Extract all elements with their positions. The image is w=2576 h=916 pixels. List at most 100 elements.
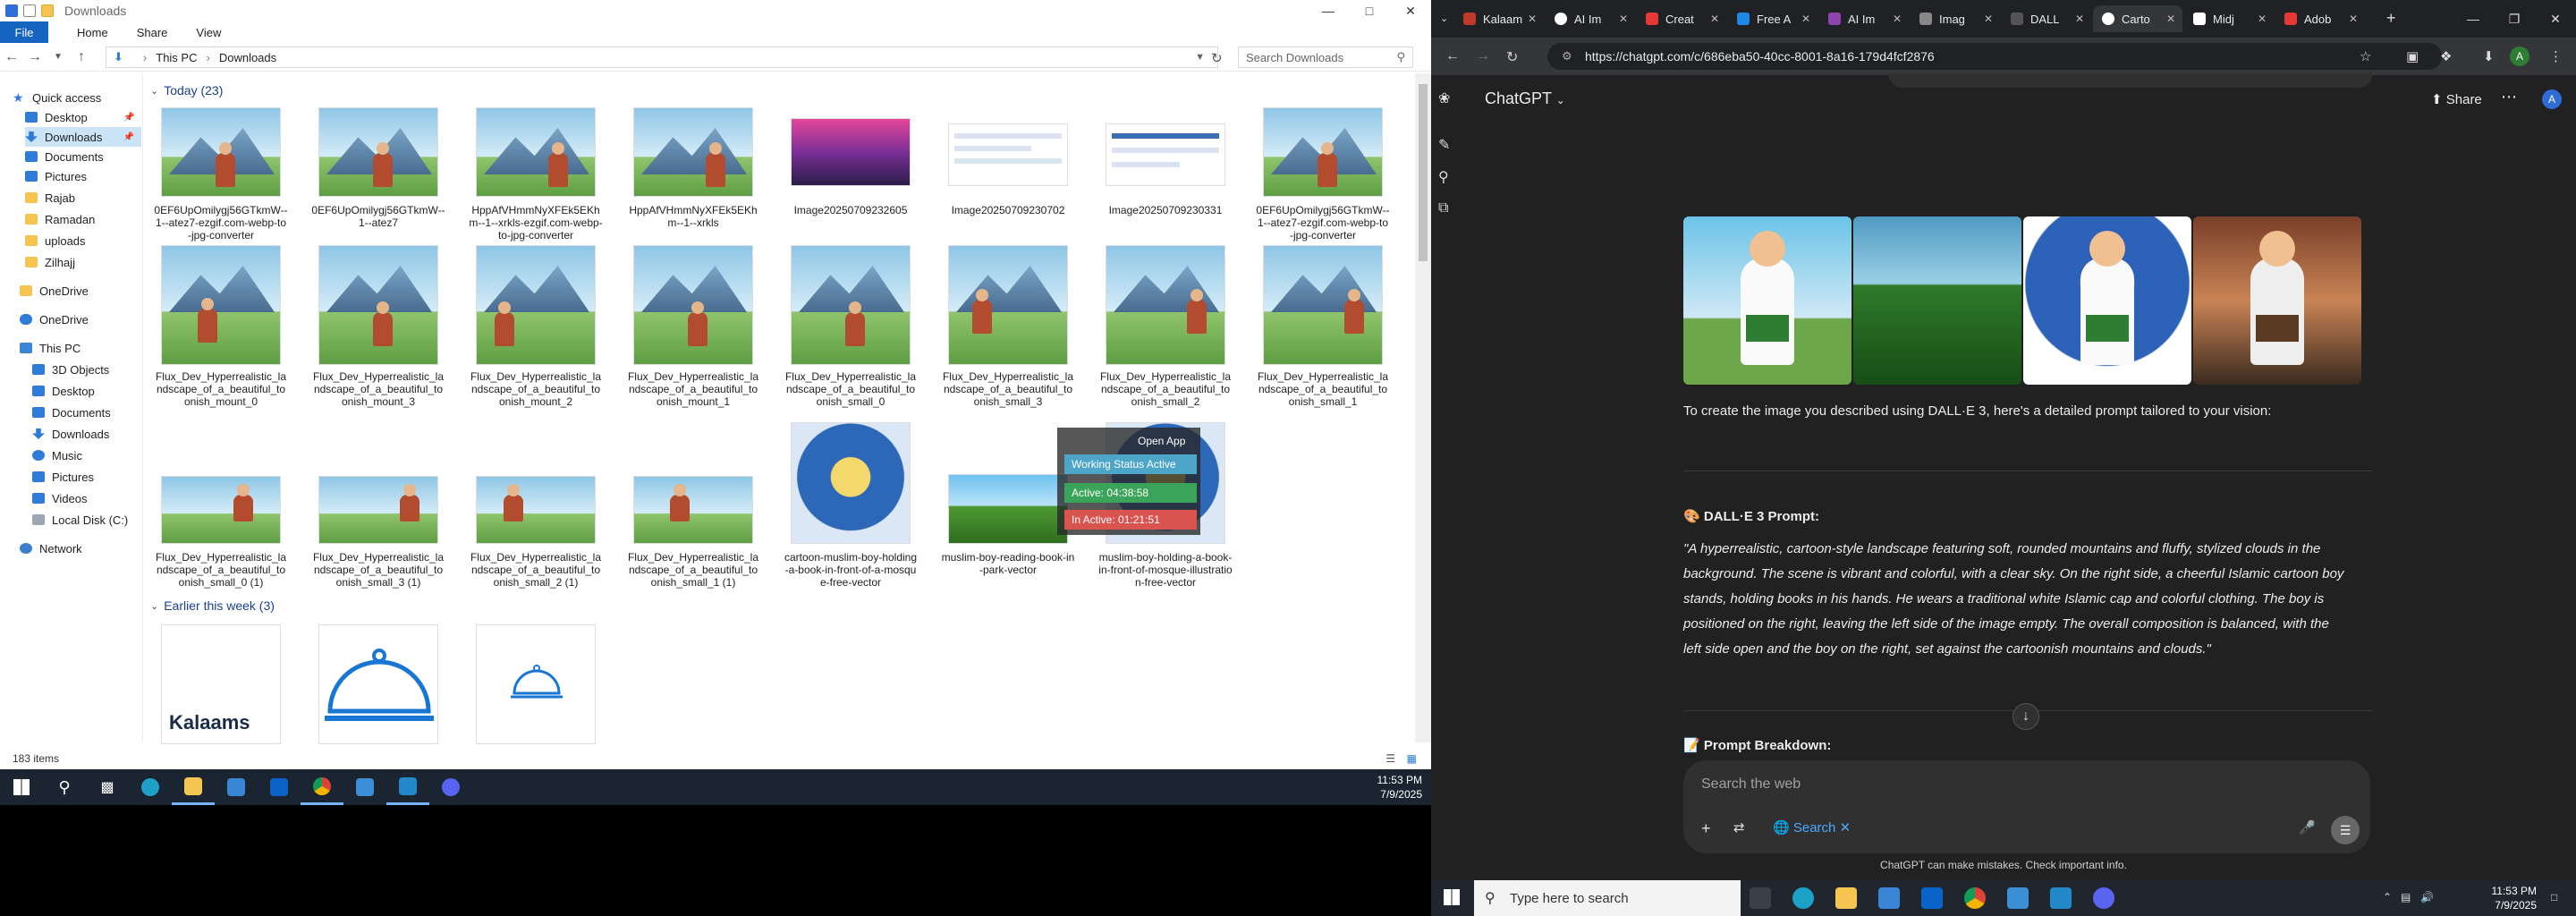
- restore-button[interactable]: ❐: [2494, 5, 2535, 32]
- generated-image[interactable]: [2023, 216, 2191, 385]
- browser-tab[interactable]: Midj ✕: [2184, 5, 2274, 32]
- nav-quick-access[interactable]: ★ Quick access: [13, 88, 101, 107]
- app-icon[interactable]: [2007, 887, 2029, 909]
- nav-downloads-pc[interactable]: Downloads: [32, 424, 109, 444]
- reload-icon[interactable]: ↻: [1506, 48, 1518, 66]
- close-icon[interactable]: ✕: [1893, 13, 1902, 25]
- file-item[interactable]: Flux_Dev_Hyperrealistic_landscape_of_a_b…: [311, 406, 445, 589]
- taskbar-vscode[interactable]: [386, 769, 429, 805]
- properties-icon[interactable]: [23, 4, 36, 17]
- file-item[interactable]: cartoon-muslim-boy-holding-a-book-in-fro…: [784, 406, 918, 589]
- address-bar[interactable]: https://chatgpt.com/c/686eba50-40cc-8001…: [1547, 43, 2442, 70]
- back-icon[interactable]: ←: [1445, 48, 1460, 64]
- file-item[interactable]: HppAfVHmmNyXFEk5EKhm--1--xrkls-ezgif.com…: [469, 106, 603, 265]
- file-item[interactable]: Flux_Dev_Hyperrealistic_landscape_of_a_b…: [154, 406, 288, 589]
- scrollbar-thumb[interactable]: [1419, 84, 1428, 261]
- up-icon[interactable]: ↑: [70, 46, 93, 69]
- nav-onedrive-cloud[interactable]: OneDrive: [20, 310, 89, 329]
- nav-3d-objects[interactable]: 3D Objects: [32, 360, 109, 379]
- breadcrumb-downloads[interactable]: Downloads: [219, 51, 276, 64]
- group-header-today[interactable]: ⌄ Today (23): [150, 81, 223, 100]
- puzzle-icon[interactable]: ❖: [2440, 48, 2452, 64]
- browser-tab[interactable]: Free A ✕: [1728, 5, 1818, 32]
- nav-network[interactable]: Network: [20, 539, 82, 558]
- file-item[interactable]: Flux_Dev_Hyperrealistic_landscape_of_a_b…: [626, 243, 760, 408]
- file-item[interactable]: Flux_Dev_Hyperrealistic_landscape_of_a_b…: [154, 243, 288, 408]
- nav-pictures-pc[interactable]: Pictures: [32, 467, 94, 487]
- tools-icon[interactable]: ⇄: [1733, 819, 1745, 835]
- taskbar-outlook[interactable]: [258, 769, 301, 805]
- share-button[interactable]: ⬆ Share: [2431, 91, 2482, 107]
- scroll-down-button[interactable]: ↓: [2012, 703, 2039, 730]
- file-item[interactable]: Image20250709232605: [784, 106, 918, 265]
- nav-desktop-pc[interactable]: Desktop: [32, 381, 95, 401]
- avatar[interactable]: A: [2542, 89, 2562, 109]
- close-icon[interactable]: ✕: [2258, 13, 2267, 25]
- nav-pictures[interactable]: Pictures: [25, 166, 87, 186]
- back-icon[interactable]: ←: [0, 46, 23, 69]
- tab-view[interactable]: View: [196, 26, 221, 39]
- file-item[interactable]: Flux_Dev_Hyperrealistic_landscape_of_a_b…: [784, 243, 918, 408]
- minimize-button[interactable]: —: [2453, 5, 2494, 32]
- tab-home[interactable]: Home: [77, 26, 108, 39]
- nav-local-disk[interactable]: Local Disk (C:): [32, 510, 128, 530]
- forward-icon[interactable]: →: [23, 46, 47, 69]
- close-icon[interactable]: ✕: [1619, 13, 1628, 25]
- file-item[interactable]: 0EF6UpOmilygj56GTkmW--1--atez7-ezgif.com…: [1256, 106, 1390, 265]
- file-item[interactable]: HppAfVHmmNyXFEk5EKhm--1--xrkls: [626, 106, 760, 265]
- taskbar-app[interactable]: [343, 769, 386, 805]
- task-view-icon[interactable]: [1750, 887, 1771, 909]
- taskbar-zoom[interactable]: [429, 769, 472, 805]
- close-icon[interactable]: ✕: [1710, 13, 1719, 25]
- forward-icon[interactable]: →: [1476, 48, 1490, 64]
- file-item[interactable]: muslim-boy-reading-book-in-park-vector: [941, 406, 1075, 576]
- file-item[interactable]: Image20250709230702: [941, 106, 1075, 265]
- search-button[interactable]: ⚲: [43, 769, 86, 805]
- browser-tab[interactable]: Kalaam ✕: [1454, 5, 1544, 32]
- nav-documents-pc[interactable]: Documents: [32, 403, 111, 422]
- minimize-button[interactable]: —: [1308, 0, 1349, 21]
- refresh-icon[interactable]: ↻: [1211, 50, 1223, 66]
- microphone-icon[interactable]: 🎤: [2299, 819, 2316, 835]
- file-item[interactable]: Flux_Dev_Hyperrealistic_landscape_of_a_b…: [1098, 243, 1233, 408]
- nav-rajab[interactable]: Rajab: [25, 188, 75, 208]
- breadcrumb-this-pc[interactable]: This PC: [156, 51, 197, 64]
- file-item[interactable]: Flux_Dev_Hyperrealistic_landscape_of_a_b…: [469, 406, 603, 589]
- voice-mode-button[interactable]: ☰: [2331, 816, 2360, 844]
- nav-documents[interactable]: Documents: [25, 147, 104, 166]
- notification-icon[interactable]: □: [2551, 891, 2557, 903]
- download-icon[interactable]: ⬇: [2483, 48, 2495, 64]
- generated-image[interactable]: [1683, 216, 1852, 385]
- nav-downloads[interactable]: Downloads 📌: [25, 127, 141, 147]
- browser-tab[interactable]: AI Im ✕: [1546, 5, 1635, 32]
- nav-desktop[interactable]: Desktop 📌: [25, 107, 134, 127]
- search-input[interactable]: Search Downloads ⚲: [1238, 47, 1413, 68]
- close-icon[interactable]: ✕: [1528, 13, 1537, 25]
- message-composer[interactable]: Search the web + ⇄ 🌐 Search ✕ 🎤 ☰: [1683, 760, 2370, 853]
- bookmark-star-icon[interactable]: ☆: [2360, 48, 2371, 64]
- menu-icon[interactable]: ⋮: [2549, 48, 2563, 64]
- close-icon[interactable]: ✕: [2166, 13, 2175, 25]
- tab-share[interactable]: Share: [137, 26, 168, 39]
- open-app-link[interactable]: Open App: [1138, 435, 1185, 447]
- search-icon[interactable]: ⚲: [1438, 168, 1449, 186]
- taskbar-search-input[interactable]: ⚲ Type here to search: [1474, 880, 1741, 916]
- taskbar-store[interactable]: [215, 769, 258, 805]
- network-icon[interactable]: ▤: [2401, 891, 2411, 903]
- nav-zilhajj[interactable]: Zilhajj: [25, 252, 75, 272]
- taskbar-explorer[interactable]: [172, 769, 215, 805]
- add-attachment-icon[interactable]: +: [1701, 819, 1711, 838]
- browser-tab[interactable]: Adob ✕: [2275, 5, 2365, 32]
- recent-dropdown-icon[interactable]: ▼: [47, 46, 70, 69]
- quick-access-toolbar-icon[interactable]: [5, 4, 18, 17]
- generated-image[interactable]: [1853, 216, 2021, 385]
- close-icon[interactable]: ✕: [2075, 13, 2084, 25]
- new-tab-button[interactable]: +: [2386, 9, 2396, 28]
- browser-tab[interactable]: AI Im ✕: [1819, 5, 1909, 32]
- nav-ramadan[interactable]: Ramadan: [25, 209, 95, 229]
- maximize-button[interactable]: □: [1349, 0, 1390, 21]
- browser-tab[interactable]: DALL ✕: [2002, 5, 2091, 32]
- tab-search-icon[interactable]: ⌄: [1440, 13, 1448, 24]
- start-button[interactable]: [0, 769, 43, 805]
- breadcrumb[interactable]: ⬇ › This PC › Downloads ▼: [106, 47, 1218, 68]
